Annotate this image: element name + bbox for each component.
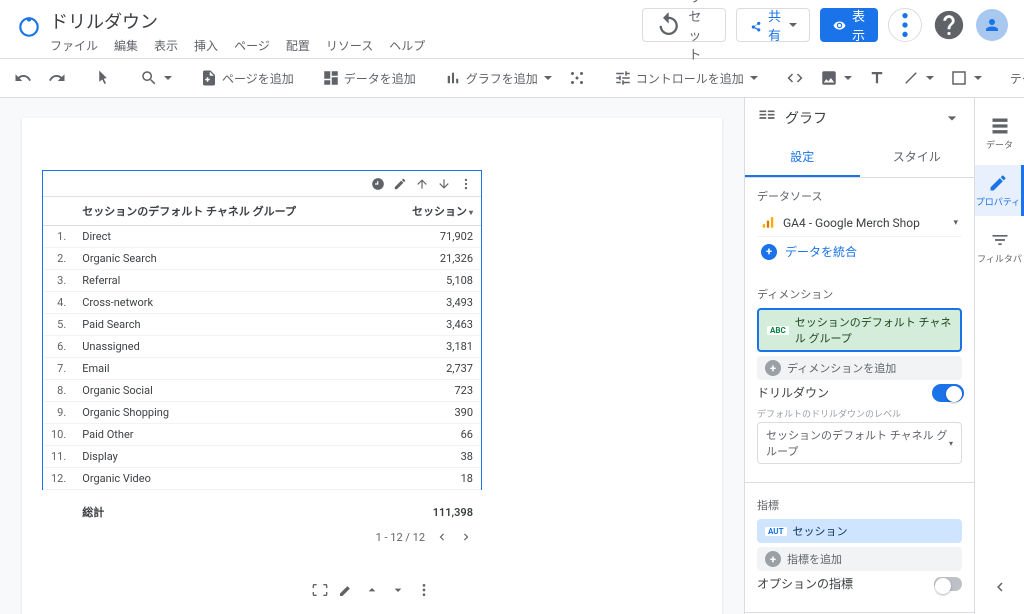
table-row[interactable]: 6.Unassigned3,181: [43, 336, 481, 358]
table-row[interactable]: 3.Referral5,108: [43, 270, 481, 292]
total-value: 111,398: [379, 490, 481, 525]
toolbar: ページを追加 データを追加 グラフを追加 コントロールを追加 テーマとレイアウト…: [0, 58, 1024, 98]
more-button[interactable]: [888, 8, 922, 42]
edit-page-icon[interactable]: [338, 582, 354, 598]
table-chart-icon: [757, 108, 777, 128]
add-dimension-chip[interactable]: +ディメンションを追加: [757, 356, 962, 380]
text-button[interactable]: [862, 65, 892, 91]
chart-toolbar: [43, 171, 481, 197]
help-button[interactable]: [932, 8, 966, 42]
add-chart-button[interactable]: グラフを追加: [438, 65, 558, 91]
total-label: 総計: [74, 490, 379, 525]
app-logo: [16, 14, 42, 40]
menu-arrange[interactable]: 配置: [286, 37, 310, 54]
rail-filter[interactable]: フィルタパ: [975, 222, 1024, 273]
reset-button[interactable]: リセット: [642, 8, 726, 42]
page-footer-toolbar: [312, 582, 432, 598]
menu-edit[interactable]: 編集: [114, 37, 138, 54]
right-rail: データ プロパティ フィルタパ: [974, 98, 1024, 614]
table-row[interactable]: 7.Email2,737: [43, 358, 481, 380]
dimension-label: ディメンション: [757, 286, 962, 302]
clock-icon[interactable]: [371, 177, 385, 191]
properties-panel: グラフ 設定 スタイル データソース GA4 - Google Merch Sh…: [744, 98, 974, 614]
pager-prev-icon[interactable]: [435, 530, 449, 544]
table-row[interactable]: 12.Organic Video18: [43, 468, 481, 490]
view-button[interactable]: 表示: [820, 8, 878, 42]
pointer-tool[interactable]: [88, 65, 118, 91]
table-row[interactable]: 8.Organic Social723: [43, 380, 481, 402]
selected-chart[interactable]: セッションのデフォルト チャネル グループ セッション 1.Direct71,9…: [42, 170, 482, 490]
user-avatar[interactable]: [976, 9, 1008, 41]
table-row[interactable]: 1.Direct71,902: [43, 226, 481, 248]
drilldown-label: ドリルダウン: [757, 384, 829, 401]
line-button[interactable]: [896, 65, 940, 91]
image-button[interactable]: [814, 65, 858, 91]
tab-style[interactable]: スタイル: [860, 138, 975, 177]
table-row[interactable]: 4.Cross-network3,493: [43, 292, 481, 314]
menu-help[interactable]: ヘルプ: [389, 37, 425, 54]
data-source-label: データソース: [757, 188, 962, 204]
up-icon[interactable]: [364, 582, 380, 598]
col-dimension[interactable]: セッションのデフォルト チャネル グループ: [74, 197, 379, 226]
add-page-button[interactable]: ページを追加: [194, 65, 300, 91]
optional-metric-label: オプションの指標: [757, 575, 853, 592]
blend-data-row[interactable]: + データを統合: [757, 237, 962, 266]
undo-button[interactable]: [8, 65, 38, 91]
rail-data[interactable]: データ: [975, 108, 1024, 159]
sort-down-icon[interactable]: [437, 177, 451, 191]
canvas[interactable]: セッションのデフォルト チャネル グループ セッション 1.Direct71,9…: [0, 98, 744, 614]
dimension-chip[interactable]: ABCセッションのデフォルト チャネル グループ: [757, 308, 962, 352]
embed-button[interactable]: [780, 65, 810, 91]
menu-page[interactable]: ページ: [234, 37, 270, 54]
sort-up-icon[interactable]: [415, 177, 429, 191]
share-button[interactable]: 共有: [736, 8, 810, 42]
metric-label: 指標: [757, 497, 962, 513]
zoom-dropdown[interactable]: [134, 65, 178, 91]
optional-metric-toggle[interactable]: [934, 577, 962, 591]
redo-button[interactable]: [42, 65, 72, 91]
data-table: セッションのデフォルト チャネル グループ セッション 1.Direct71,9…: [43, 197, 481, 524]
chevron-down-icon[interactable]: [942, 108, 962, 128]
chart-more-icon[interactable]: [459, 177, 473, 191]
table-row[interactable]: 9.Organic Shopping390: [43, 402, 481, 424]
menu-view[interactable]: 表示: [154, 37, 178, 54]
menu-bar: ファイル 編集 表示 挿入 ページ 配置 リソース ヘルプ: [50, 37, 425, 54]
community-viz-button[interactable]: [562, 65, 592, 91]
pager-next-icon[interactable]: [459, 530, 473, 544]
drilldown-default-select[interactable]: セッションのデフォルト チャネル グループ: [757, 422, 962, 464]
panel-header[interactable]: グラフ: [745, 98, 974, 138]
table-row[interactable]: 11.Display38: [43, 446, 481, 468]
data-source-row[interactable]: GA4 - Google Merch Shop ▾: [757, 210, 962, 237]
menu-insert[interactable]: 挿入: [194, 37, 218, 54]
rail-expand[interactable]: [991, 578, 1009, 600]
menu-file[interactable]: ファイル: [50, 37, 98, 54]
ga-icon: [761, 216, 775, 230]
table-row[interactable]: 2.Organic Search21,326: [43, 248, 481, 270]
add-metric-chip[interactable]: +指標を追加: [757, 547, 962, 571]
menu-resource[interactable]: リソース: [326, 37, 373, 54]
down-icon[interactable]: [390, 582, 406, 598]
add-control-button[interactable]: コントロールを追加: [608, 65, 764, 91]
fit-icon[interactable]: [312, 582, 328, 598]
table-row[interactable]: 10.Paid Other66: [43, 424, 481, 446]
col-metric[interactable]: セッション: [379, 197, 481, 226]
add-data-button[interactable]: データを追加: [316, 65, 422, 91]
table-row[interactable]: 5.Paid Search3,463: [43, 314, 481, 336]
theme-button[interactable]: テーマとレイアウト: [1004, 66, 1024, 91]
edit-icon[interactable]: [393, 177, 407, 191]
shape-button[interactable]: [944, 65, 988, 91]
document-title[interactable]: ドリルダウン: [50, 8, 425, 34]
footer-more-icon[interactable]: [416, 582, 432, 598]
plus-icon: +: [761, 244, 777, 260]
tab-setup[interactable]: 設定: [745, 138, 860, 177]
drilldown-toggle[interactable]: [934, 386, 962, 400]
table-pager: 1 - 12 / 12: [43, 524, 481, 550]
metric-chip[interactable]: AUTセッション: [757, 519, 962, 543]
rail-properties[interactable]: プロパティ: [975, 165, 1024, 216]
report-page[interactable]: セッションのデフォルト チャネル グループ セッション 1.Direct71,9…: [22, 118, 722, 614]
